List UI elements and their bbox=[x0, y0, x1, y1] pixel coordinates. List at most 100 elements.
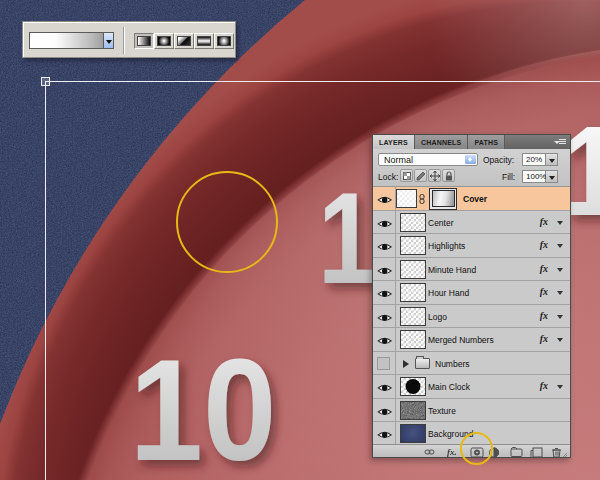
layer-effects-icon[interactable]: fx bbox=[540, 380, 548, 391]
layer-row-center[interactable]: Center fx bbox=[373, 211, 570, 235]
effects-collapse-arrow[interactable] bbox=[557, 315, 563, 319]
effects-collapse-arrow[interactable] bbox=[557, 244, 563, 248]
layer-effects-icon[interactable]: fx bbox=[540, 263, 548, 274]
tab-channels[interactable]: CHANNELS bbox=[415, 135, 469, 149]
radial-gradient-icon bbox=[157, 36, 171, 46]
marquee-handle[interactable] bbox=[42, 78, 50, 86]
visibility-eye-icon[interactable] bbox=[377, 265, 392, 279]
layer-name[interactable]: Highlights bbox=[428, 241, 465, 251]
visibility-eye-icon[interactable] bbox=[377, 406, 392, 420]
angle-gradient-button[interactable] bbox=[174, 33, 194, 49]
layer-effects-icon[interactable]: fx bbox=[540, 216, 548, 227]
add-layer-style-icon[interactable]: fx. bbox=[447, 447, 457, 457]
layer-thumbnail[interactable] bbox=[400, 260, 426, 279]
effects-collapse-arrow[interactable] bbox=[557, 221, 563, 225]
effects-collapse-arrow[interactable] bbox=[557, 268, 563, 272]
lock-transparency-button[interactable] bbox=[400, 169, 413, 182]
gradient-picker-dropdown[interactable] bbox=[104, 32, 114, 49]
visibility-eye-icon[interactable] bbox=[377, 429, 392, 443]
visibility-eye-icon[interactable] bbox=[377, 218, 392, 232]
layer-thumbnail[interactable] bbox=[400, 401, 426, 420]
layer-name[interactable]: Merged Numbers bbox=[428, 335, 494, 345]
layer-thumbnail[interactable] bbox=[400, 330, 426, 349]
lock-label: Lock: bbox=[378, 172, 398, 182]
effects-collapse-arrow[interactable] bbox=[557, 385, 563, 389]
lock-pixels-button[interactable] bbox=[414, 169, 427, 182]
group-folder-icon bbox=[415, 358, 430, 369]
layer-row-numbers-group[interactable]: Numbers bbox=[373, 352, 570, 376]
blend-mode-select[interactable]: Normal bbox=[378, 153, 478, 166]
layer-name[interactable]: Main Clock bbox=[428, 382, 470, 392]
visibility-eye-icon[interactable] bbox=[377, 241, 392, 255]
visibility-eye-icon[interactable] bbox=[377, 288, 392, 302]
visibility-eye-icon[interactable] bbox=[377, 194, 392, 208]
visibility-checkbox-empty[interactable] bbox=[377, 357, 390, 370]
effects-collapse-arrow[interactable] bbox=[557, 291, 563, 295]
layer-list: Cover Center fx Highlights fx bbox=[373, 187, 570, 446]
layer-name[interactable]: Cover bbox=[463, 194, 487, 204]
panel-controls: Normal Opacity: 20% Lock: bbox=[373, 149, 570, 187]
toolbar-separator bbox=[123, 27, 124, 54]
layer-thumbnail[interactable] bbox=[400, 424, 426, 443]
layer-row-minute-hand[interactable]: Minute Hand fx bbox=[373, 258, 570, 282]
lock-position-button[interactable] bbox=[428, 169, 441, 182]
fill-value[interactable]: 100% bbox=[522, 170, 546, 183]
layer-effects-icon[interactable]: fx bbox=[540, 239, 548, 250]
dropdown-arrow-icon bbox=[106, 40, 112, 44]
layer-row-merged-numbers[interactable]: Merged Numbers fx bbox=[373, 328, 570, 352]
linear-gradient-icon bbox=[137, 36, 151, 46]
tab-paths[interactable]: PATHS bbox=[468, 135, 505, 149]
layer-thumbnail[interactable] bbox=[400, 307, 426, 326]
delete-layer-icon[interactable] bbox=[552, 448, 561, 457]
layer-row-texture[interactable]: Texture bbox=[373, 399, 570, 423]
number-ten: 10 bbox=[130, 329, 277, 480]
blend-stepper-icon bbox=[465, 155, 476, 164]
visibility-eye-icon[interactable] bbox=[377, 312, 392, 326]
diamond-gradient-button[interactable] bbox=[214, 33, 234, 49]
tab-layers[interactable]: LAYERS bbox=[373, 135, 415, 149]
layer-effects-icon[interactable]: fx bbox=[540, 286, 548, 297]
layer-mask-thumbnail[interactable] bbox=[429, 188, 457, 210]
layer-row-cover[interactable]: Cover bbox=[373, 187, 570, 211]
group-expand-arrow[interactable] bbox=[403, 360, 409, 368]
lock-all-button[interactable] bbox=[442, 169, 455, 182]
new-layer-icon[interactable] bbox=[531, 448, 542, 458]
layers-panel: LAYERS CHANNELS PATHS Normal Opacity: 20… bbox=[372, 134, 571, 458]
panel-resize-grip[interactable] bbox=[563, 453, 567, 457]
layer-effects-icon[interactable]: fx bbox=[540, 310, 548, 321]
fill-label: Fill: bbox=[502, 172, 515, 182]
layer-thumbnail[interactable] bbox=[396, 189, 417, 208]
mask-link-icon[interactable] bbox=[419, 194, 425, 206]
visibility-eye-icon[interactable] bbox=[377, 335, 392, 349]
visibility-eye-icon[interactable] bbox=[377, 382, 392, 396]
layer-thumbnail[interactable] bbox=[400, 213, 426, 232]
opacity-value[interactable]: 20% bbox=[522, 153, 546, 166]
layer-effects-icon[interactable]: fx bbox=[540, 333, 548, 344]
layer-row-logo[interactable]: Logo fx bbox=[373, 305, 570, 329]
lock-buttons bbox=[400, 169, 455, 183]
fill-dropdown-button[interactable] bbox=[546, 170, 558, 183]
opacity-dropdown-button[interactable] bbox=[546, 153, 558, 166]
linear-gradient-button[interactable] bbox=[134, 33, 154, 49]
new-group-icon[interactable] bbox=[511, 447, 522, 456]
opacity-label: Opacity: bbox=[483, 155, 514, 165]
effects-collapse-arrow[interactable] bbox=[557, 338, 563, 342]
layer-name[interactable]: Hour Hand bbox=[428, 288, 469, 298]
layer-row-main-clock[interactable]: Main Clock fx bbox=[373, 375, 570, 399]
layer-thumbnail[interactable] bbox=[400, 377, 426, 396]
layer-name[interactable]: Texture bbox=[428, 406, 456, 416]
photoshop-canvas: 1 10 1 LAYERS CHANNELS PATHS bbox=[0, 0, 600, 480]
reflected-gradient-button[interactable] bbox=[194, 33, 214, 49]
layer-name[interactable]: Numbers bbox=[435, 359, 469, 369]
gradient-preview-swatch[interactable] bbox=[29, 32, 104, 49]
link-layers-icon[interactable] bbox=[425, 450, 434, 454]
layer-name[interactable]: Center bbox=[428, 218, 454, 228]
radial-gradient-button[interactable] bbox=[154, 33, 174, 49]
layer-name[interactable]: Logo bbox=[428, 312, 447, 322]
layer-row-highlights[interactable]: Highlights fx bbox=[373, 234, 570, 258]
layer-thumbnail[interactable] bbox=[400, 236, 426, 255]
layer-name[interactable]: Minute Hand bbox=[428, 265, 476, 275]
layer-thumbnail[interactable] bbox=[400, 283, 426, 302]
layer-row-hour-hand[interactable]: Hour Hand fx bbox=[373, 281, 570, 305]
panel-menu-icon[interactable] bbox=[554, 139, 566, 146]
